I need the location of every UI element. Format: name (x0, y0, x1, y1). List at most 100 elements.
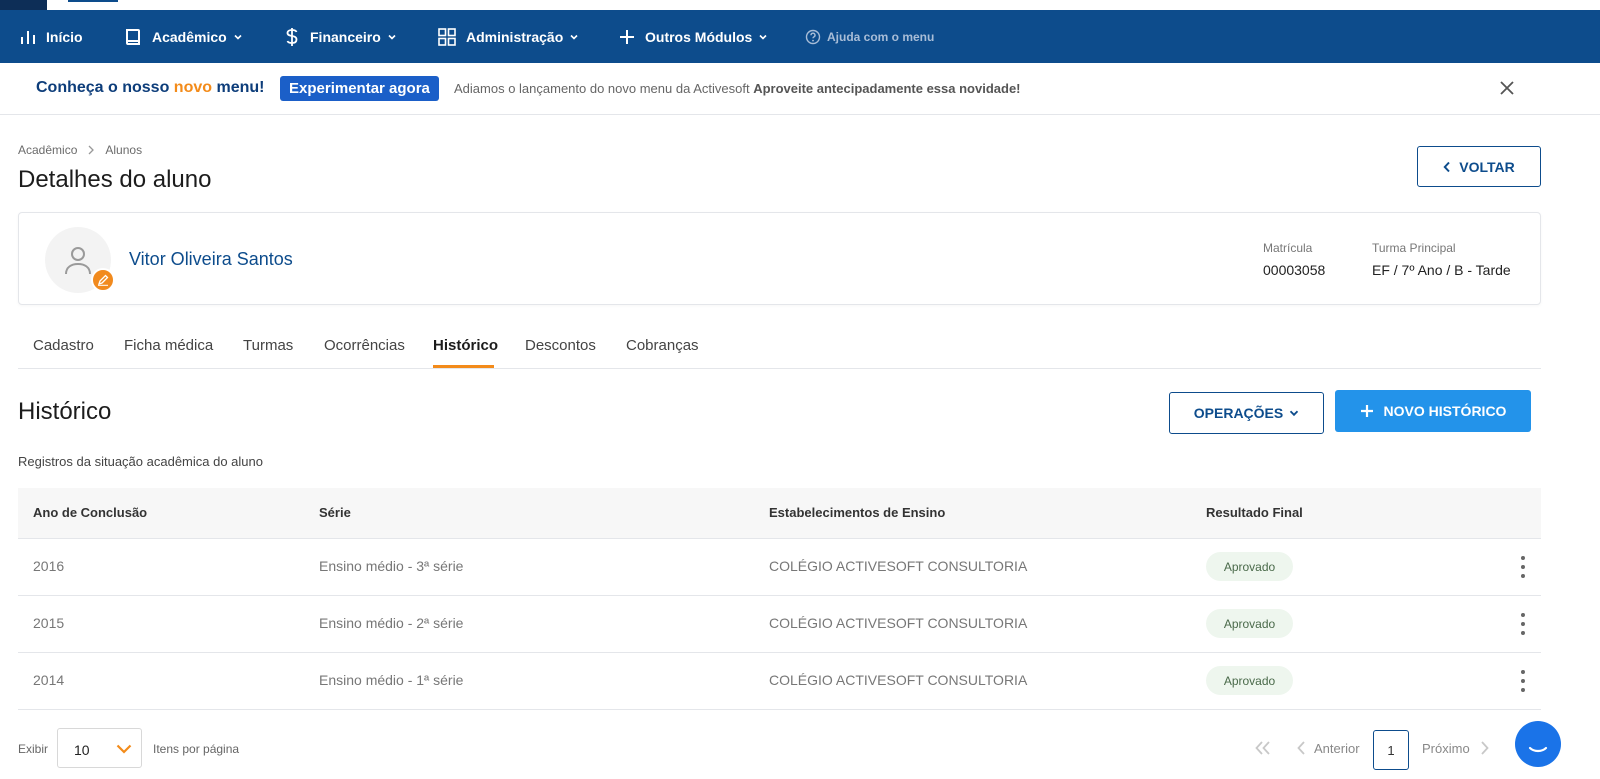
banner-title: Conheça o nosso novo menu! (36, 79, 264, 97)
chevron-right-icon (1481, 741, 1489, 755)
next-page-label: Próximo (1422, 740, 1470, 756)
nav-item-financeiro[interactable]: Financeiro (284, 10, 397, 63)
new-history-button[interactable]: NOVO HISTÓRICO (1335, 390, 1531, 432)
section-subtitle: Registros da situação acadêmica do aluno (18, 454, 263, 469)
chevron-down-icon (759, 34, 767, 40)
table-row[interactable]: 2015 Ensino médio - 2ª série COLÉGIO ACT… (18, 596, 1541, 653)
history-table: Ano de Conclusão Série Estabelecimentos … (18, 488, 1541, 710)
table-row[interactable]: 2016 Ensino médio - 3ª série COLÉGIO ACT… (18, 539, 1541, 596)
banner-message: Adiamos o lançamento do novo menu da Act… (454, 81, 1021, 96)
turma-value: EF / 7º Ano / B - Tarde (1372, 262, 1511, 278)
pagination-bar: Exibir 10 Itens por página Anterior 1 Pr… (0, 728, 1600, 779)
double-chevron-left-icon[interactable] (1254, 740, 1272, 756)
nav-label: Acadêmico (152, 28, 227, 45)
chevron-down-icon (388, 34, 396, 40)
nav-label: Início (46, 28, 83, 45)
table-header: Ano de Conclusão Série Estabelecimentos … (18, 488, 1541, 539)
tab-ficha-medica[interactable]: Ficha médica (124, 337, 213, 354)
chevron-right-icon (88, 145, 95, 155)
column-header-ano[interactable]: Ano de Conclusão (33, 505, 147, 520)
new-menu-banner: Conheça o nosso novo menu! Experimentar … (0, 63, 1600, 115)
chevron-down-icon (234, 34, 242, 40)
column-header-estabelecimento[interactable]: Estabelecimentos de Ensino (769, 505, 945, 520)
active-tab-indicator (433, 365, 494, 368)
tab-turmas[interactable]: Turmas (243, 337, 293, 354)
breadcrumb-item-academico[interactable]: Acadêmico (18, 143, 77, 157)
nav-item-academico[interactable]: Acadêmico (124, 10, 243, 63)
cell-ano: 2014 (33, 672, 65, 688)
cell-estabelecimento: COLÉGIO ACTIVESOFT CONSULTORIA (769, 615, 1028, 631)
tab-ocorrencias[interactable]: Ocorrências (324, 337, 405, 354)
per-page-label: Itens por página (153, 742, 240, 756)
status-badge: Aprovado (1206, 552, 1293, 581)
grid-icon (438, 27, 456, 46)
edit-photo-button[interactable] (91, 268, 115, 292)
row-menu-button[interactable] (1517, 670, 1529, 692)
page-size-value: 10 (74, 742, 90, 758)
cell-ano: 2016 (33, 558, 65, 574)
show-label: Exibir (18, 742, 49, 756)
try-now-button[interactable]: Experimentar agora (280, 76, 439, 101)
bar-chart-icon (21, 30, 35, 44)
tab-cobrancas[interactable]: Cobranças (626, 337, 699, 354)
column-header-resultado[interactable]: Resultado Final (1206, 505, 1303, 520)
banner-title-prefix: Conheça o nosso (36, 79, 174, 96)
nav-item-inicio[interactable]: Início (20, 10, 83, 63)
chat-smile-icon (1528, 746, 1548, 753)
top-strip (0, 0, 1600, 10)
column-header-serie[interactable]: Série (319, 505, 351, 520)
new-history-button-label: NOVO HISTÓRICO (1383, 403, 1507, 419)
row-menu-button[interactable] (1517, 613, 1529, 635)
cell-estabelecimento: COLÉGIO ACTIVESOFT CONSULTORIA (769, 672, 1028, 688)
nav-item-outros-modulos[interactable]: Outros Módulos (619, 10, 768, 63)
dollar-icon (286, 27, 298, 46)
page-size-select[interactable]: 10 (57, 728, 142, 768)
logo-underline (68, 0, 118, 2)
cell-serie: Ensino médio - 1ª série (319, 672, 464, 688)
current-page-button[interactable]: 1 (1373, 730, 1409, 770)
nav-item-administracao[interactable]: Administração (438, 10, 579, 63)
plus-icon (1360, 405, 1373, 417)
nav-label: Administração (466, 28, 564, 45)
book-icon (126, 28, 140, 45)
breadcrumb-item-alunos[interactable]: Alunos (105, 143, 142, 157)
row-menu-button[interactable] (1517, 556, 1529, 578)
matricula-label: Matrícula (1263, 241, 1313, 255)
back-button-label: VOLTAR (1459, 158, 1515, 175)
user-icon (65, 247, 91, 275)
pencil-icon (97, 274, 109, 286)
banner-message-bold: Aproveite antecipadamente essa novidade! (753, 81, 1021, 96)
tab-historico[interactable]: Histórico (433, 337, 498, 354)
chevron-down-icon (1290, 410, 1299, 417)
nav-label: Financeiro (310, 28, 381, 45)
back-button[interactable]: VOLTAR (1417, 146, 1541, 187)
cell-serie: Ensino médio - 3ª série (319, 558, 464, 574)
chevron-left-icon (1297, 741, 1305, 755)
close-icon[interactable] (1497, 78, 1517, 98)
cell-estabelecimento: COLÉGIO ACTIVESOFT CONSULTORIA (769, 558, 1028, 574)
tab-cadastro[interactable]: Cadastro (33, 337, 94, 354)
chevron-left-icon (1443, 161, 1450, 172)
previous-page-label: Anterior (1314, 740, 1360, 756)
chat-widget-button[interactable] (1515, 721, 1561, 767)
next-page-button[interactable]: Próximo (1422, 740, 1490, 756)
banner-message-text: Adiamos o lançamento do novo menu da Act… (454, 81, 754, 96)
nav-label: Outros Módulos (645, 28, 753, 45)
plus-icon (620, 29, 634, 44)
table-row[interactable]: 2014 Ensino médio - 1ª série COLÉGIO ACT… (18, 653, 1541, 710)
breadcrumb: Acadêmico Alunos (18, 143, 142, 157)
cell-serie: Ensino médio - 2ª série (319, 615, 464, 631)
previous-page-button[interactable]: Anterior (1296, 740, 1360, 756)
main-navbar: Início Acadêmico Financeiro Administraçã… (0, 10, 1600, 63)
logo-block (0, 0, 47, 10)
matricula-value: 00003058 (1263, 262, 1326, 278)
operations-button-label: OPERAÇÕES (1193, 405, 1284, 421)
turma-label: Turma Principal (1372, 241, 1456, 255)
tab-descontos[interactable]: Descontos (525, 337, 596, 354)
chevron-down-icon (116, 744, 132, 754)
operations-button[interactable]: OPERAÇÕES (1169, 392, 1324, 434)
chevron-down-icon (570, 34, 578, 40)
student-name: Vitor Oliveira Santos (129, 249, 293, 269)
section-title: Histórico (18, 398, 112, 425)
nav-help-link[interactable]: Ajuda com o menu (805, 10, 934, 63)
